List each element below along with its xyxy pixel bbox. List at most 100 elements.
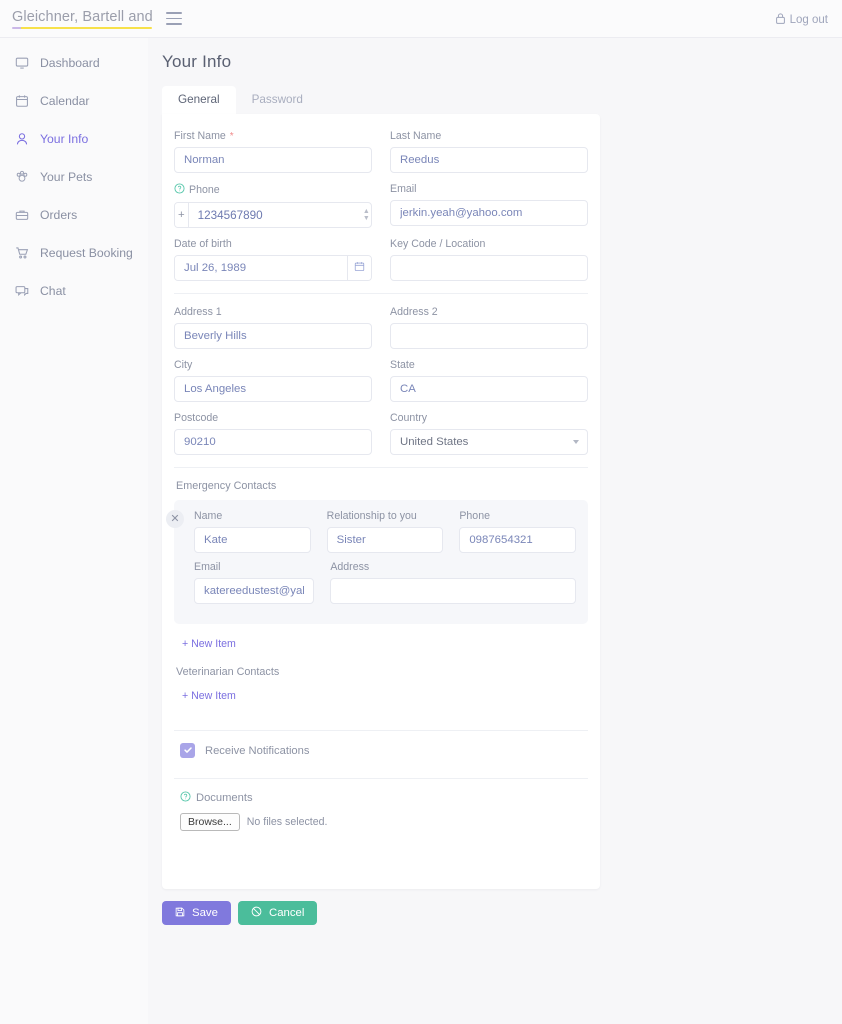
state-input[interactable] [390,376,588,402]
first-name-input[interactable] [174,147,372,173]
ban-icon [251,906,262,920]
address2-input[interactable] [390,323,588,349]
email-label: Email [390,183,417,195]
calendar-icon [14,94,29,109]
field-country: Country United States [390,412,588,455]
form-row-city-state: City State [174,359,588,402]
brand-title: Gleichner, Bartell and M [12,9,152,25]
top-bar: Gleichner, Bartell and M Log out [0,0,842,38]
field-last-name: Last Name [390,130,588,173]
form-actions: Save Cancel [162,901,842,925]
sidebar: Dashboard Calendar Your Info Your Pets O… [0,38,148,1024]
phone-label: Phone [174,183,372,197]
monitor-icon [14,56,29,71]
ec-name-input[interactable] [194,527,311,553]
save-button-label: Save [192,907,218,919]
stepper-up[interactable]: ▲ [363,208,370,215]
field-phone: Phone + ▲ ▼ [174,183,372,228]
field-city: City [174,359,372,402]
postcode-input[interactable] [174,429,372,455]
ec-address-input[interactable] [330,578,576,604]
key-code-label: Key Code / Location [390,238,486,250]
sidebar-item-dashboard[interactable]: Dashboard [0,50,148,76]
veterinarian-new-item-button[interactable]: + New Item [182,690,236,702]
question-circle-icon [174,183,185,197]
sidebar-item-label: Chat [40,284,66,298]
hamburger-icon[interactable] [166,12,182,25]
address2-label: Address 2 [390,306,438,318]
question-circle-icon [180,791,191,805]
address1-label: Address 1 [174,306,222,318]
browse-button[interactable]: Browse... [180,813,240,831]
divider-emergency [174,467,588,468]
sidebar-item-your-pets[interactable]: Your Pets [0,164,148,190]
divider-notifications [174,730,588,731]
page-title: Your Info [162,52,232,71]
stepper-down[interactable]: ▼ [363,215,370,222]
field-date-of-birth: Date of birth [174,238,372,281]
sidebar-item-your-info[interactable]: Your Info [0,126,148,152]
receive-notifications-checkbox[interactable] [180,743,195,758]
logout-button[interactable]: Log out [775,13,828,27]
sidebar-item-label: Your Info [40,132,89,146]
field-ec-phone: Phone [459,510,577,553]
country-label: Country [390,412,428,424]
dob-input-group [174,255,372,281]
lock-icon [775,13,785,27]
emergency-new-item-button[interactable]: + New Item [182,638,236,650]
last-name-label: Last Name [390,130,442,142]
field-email: Email [390,183,588,228]
main-content: Your Info General Password First Name* L… [148,38,842,925]
first-name-label-text: First Name [174,130,226,142]
receive-notifications-row: Receive Notifications [180,743,588,758]
cancel-button[interactable]: Cancel [237,901,318,925]
save-button[interactable]: Save [162,901,231,925]
field-postcode: Postcode [174,412,372,455]
required-marker: * [229,130,234,142]
file-status-text: No files selected. [246,816,328,828]
divider-address [174,293,588,294]
receive-notifications-label: Receive Notifications [205,744,310,757]
sidebar-item-request-booking[interactable]: Request Booking [0,240,148,266]
field-ec-address: Address [330,561,576,604]
sidebar-item-calendar[interactable]: Calendar [0,88,148,114]
calendar-picker-button[interactable] [347,256,371,280]
cancel-button-label: Cancel [268,907,305,919]
phone-prefix[interactable]: + [175,203,189,227]
floppy-disk-icon [175,907,185,920]
address1-input[interactable] [174,323,372,349]
tab-password[interactable]: Password [236,86,319,114]
ec-name-label: Name [194,510,223,522]
ec-email-label: Email [194,561,221,573]
sidebar-nav: Dashboard Calendar Your Info Your Pets O… [0,38,148,304]
form-row-address: Address 1 Address 2 [174,306,588,349]
sidebar-item-orders[interactable]: Orders [0,202,148,228]
close-icon[interactable]: ✕ [166,510,184,528]
key-code-input[interactable] [390,255,588,281]
cart-icon [14,246,29,261]
sidebar-item-label: Request Booking [40,246,133,260]
tab-general[interactable]: General [162,86,236,114]
dob-input[interactable] [175,256,347,280]
emergency-row-2: Email Address [194,561,576,604]
general-form-card: First Name* Last Name Phone [162,114,600,889]
email-input[interactable] [390,200,588,226]
brand-underline [12,27,152,29]
paw-icon [14,170,29,185]
ec-relationship-input[interactable] [326,527,444,553]
stepper-icon[interactable]: ▲ ▼ [362,203,371,227]
field-first-name: First Name * [174,130,372,173]
sidebar-item-chat[interactable]: Chat [0,278,148,304]
sidebar-item-label: Orders [40,208,78,222]
ec-email-input[interactable] [194,578,315,604]
city-input[interactable] [174,376,372,402]
user-icon [14,132,29,147]
tab-bar: General Password [162,86,842,114]
country-select[interactable]: United States [390,429,588,455]
city-label: City [174,359,193,371]
field-ec-name: Name [194,510,311,553]
ec-phone-input[interactable] [459,527,577,553]
last-name-input[interactable] [390,147,588,173]
phone-number-input[interactable] [188,203,362,227]
postcode-label: Postcode [174,412,219,424]
